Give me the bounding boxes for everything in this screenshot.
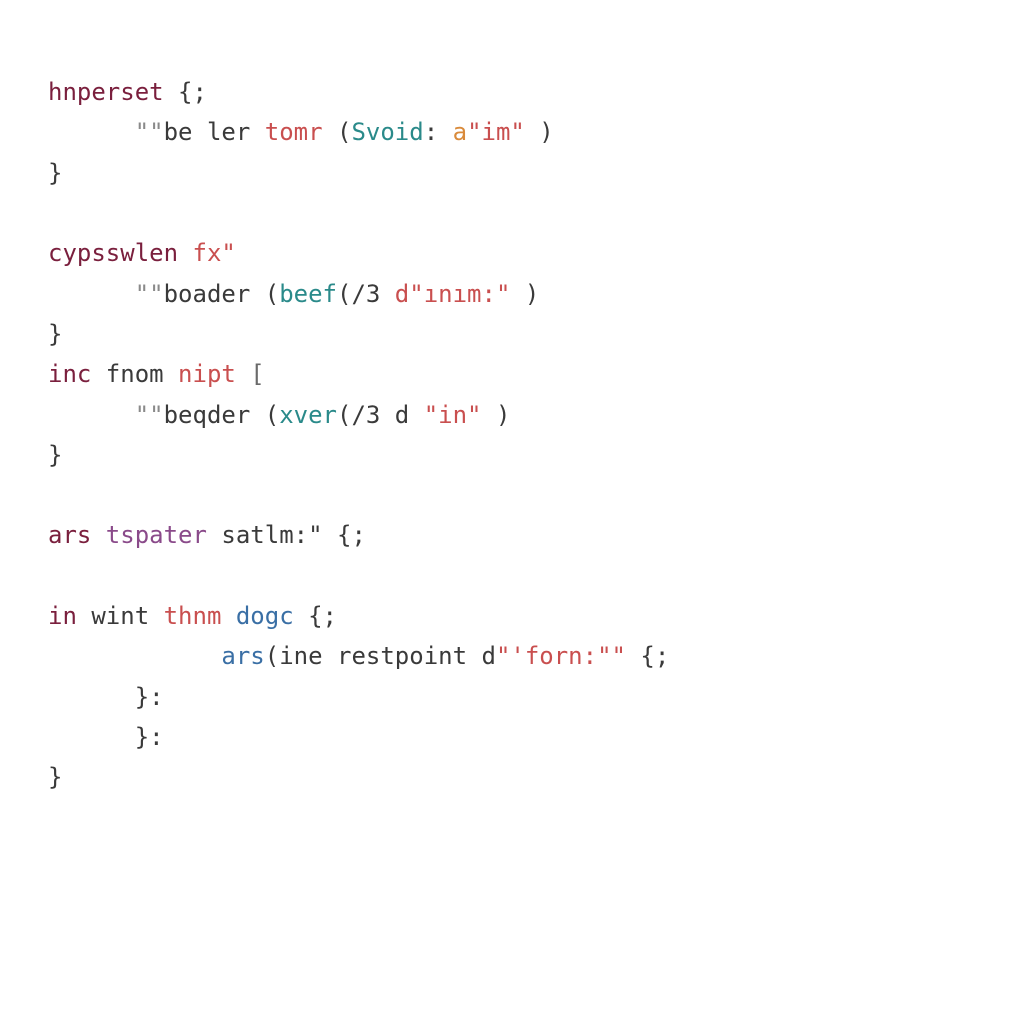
code-token: xver	[279, 401, 337, 429]
code-token: "in"	[424, 401, 482, 429]
code-token: thnm	[149, 602, 221, 630]
code-token: }	[48, 441, 62, 469]
code-token: "im"	[467, 118, 525, 146]
code-token: }	[48, 763, 62, 791]
code-token: beef	[279, 280, 337, 308]
code-token: Svoid	[351, 118, 423, 146]
code-token: )	[525, 118, 554, 146]
code-token: "'forn:""	[496, 642, 626, 670]
code-token: d	[395, 280, 409, 308]
code-token: )	[510, 280, 539, 308]
code-token: (	[250, 280, 279, 308]
code-token: (/3 d	[337, 401, 424, 429]
code-token: dogc	[221, 602, 293, 630]
code-token: fnom	[91, 360, 163, 388]
code-token: tomr	[250, 118, 322, 146]
code-token: {;	[294, 602, 337, 630]
code-token: {;	[323, 521, 366, 549]
code-token: }:	[48, 723, 164, 751]
code-token: [	[236, 360, 265, 388]
code-token: fx"	[193, 239, 236, 267]
code-token: be ler	[164, 118, 251, 146]
code-token: ""	[48, 280, 164, 308]
code-token: "ınım:"	[409, 280, 510, 308]
code-token: }	[48, 320, 62, 348]
code-token: inc	[48, 360, 91, 388]
code-token: (	[323, 118, 352, 146]
code-token: ars	[221, 642, 264, 670]
code-token: boader	[164, 280, 251, 308]
code-token: (ine restpoint d	[265, 642, 496, 670]
code-token: in	[48, 602, 77, 630]
code-token: nipt	[164, 360, 236, 388]
code-token	[178, 239, 192, 267]
code-token: }:	[48, 683, 164, 711]
code-token: ""	[48, 118, 164, 146]
code-token: tspater	[91, 521, 207, 549]
code-token: )	[482, 401, 511, 429]
code-token: {;	[164, 78, 207, 106]
code-token: ""	[48, 401, 164, 429]
code-token: (/3	[337, 280, 395, 308]
code-editor[interactable]: hnperset {; ""be ler tomr (Svoid: a"im" …	[0, 0, 1024, 798]
code-token: ars	[48, 521, 91, 549]
code-token	[48, 642, 221, 670]
code-token: cypsswlen	[48, 239, 178, 267]
code-token: {;	[626, 642, 669, 670]
code-token: }	[48, 159, 62, 187]
code-token: beqder	[164, 401, 251, 429]
code-token: (	[250, 401, 279, 429]
code-token: :	[424, 118, 453, 146]
code-token: wint	[77, 602, 149, 630]
code-token: satlm:"	[207, 521, 323, 549]
code-token: a	[453, 118, 467, 146]
code-token: hnperset	[48, 78, 164, 106]
